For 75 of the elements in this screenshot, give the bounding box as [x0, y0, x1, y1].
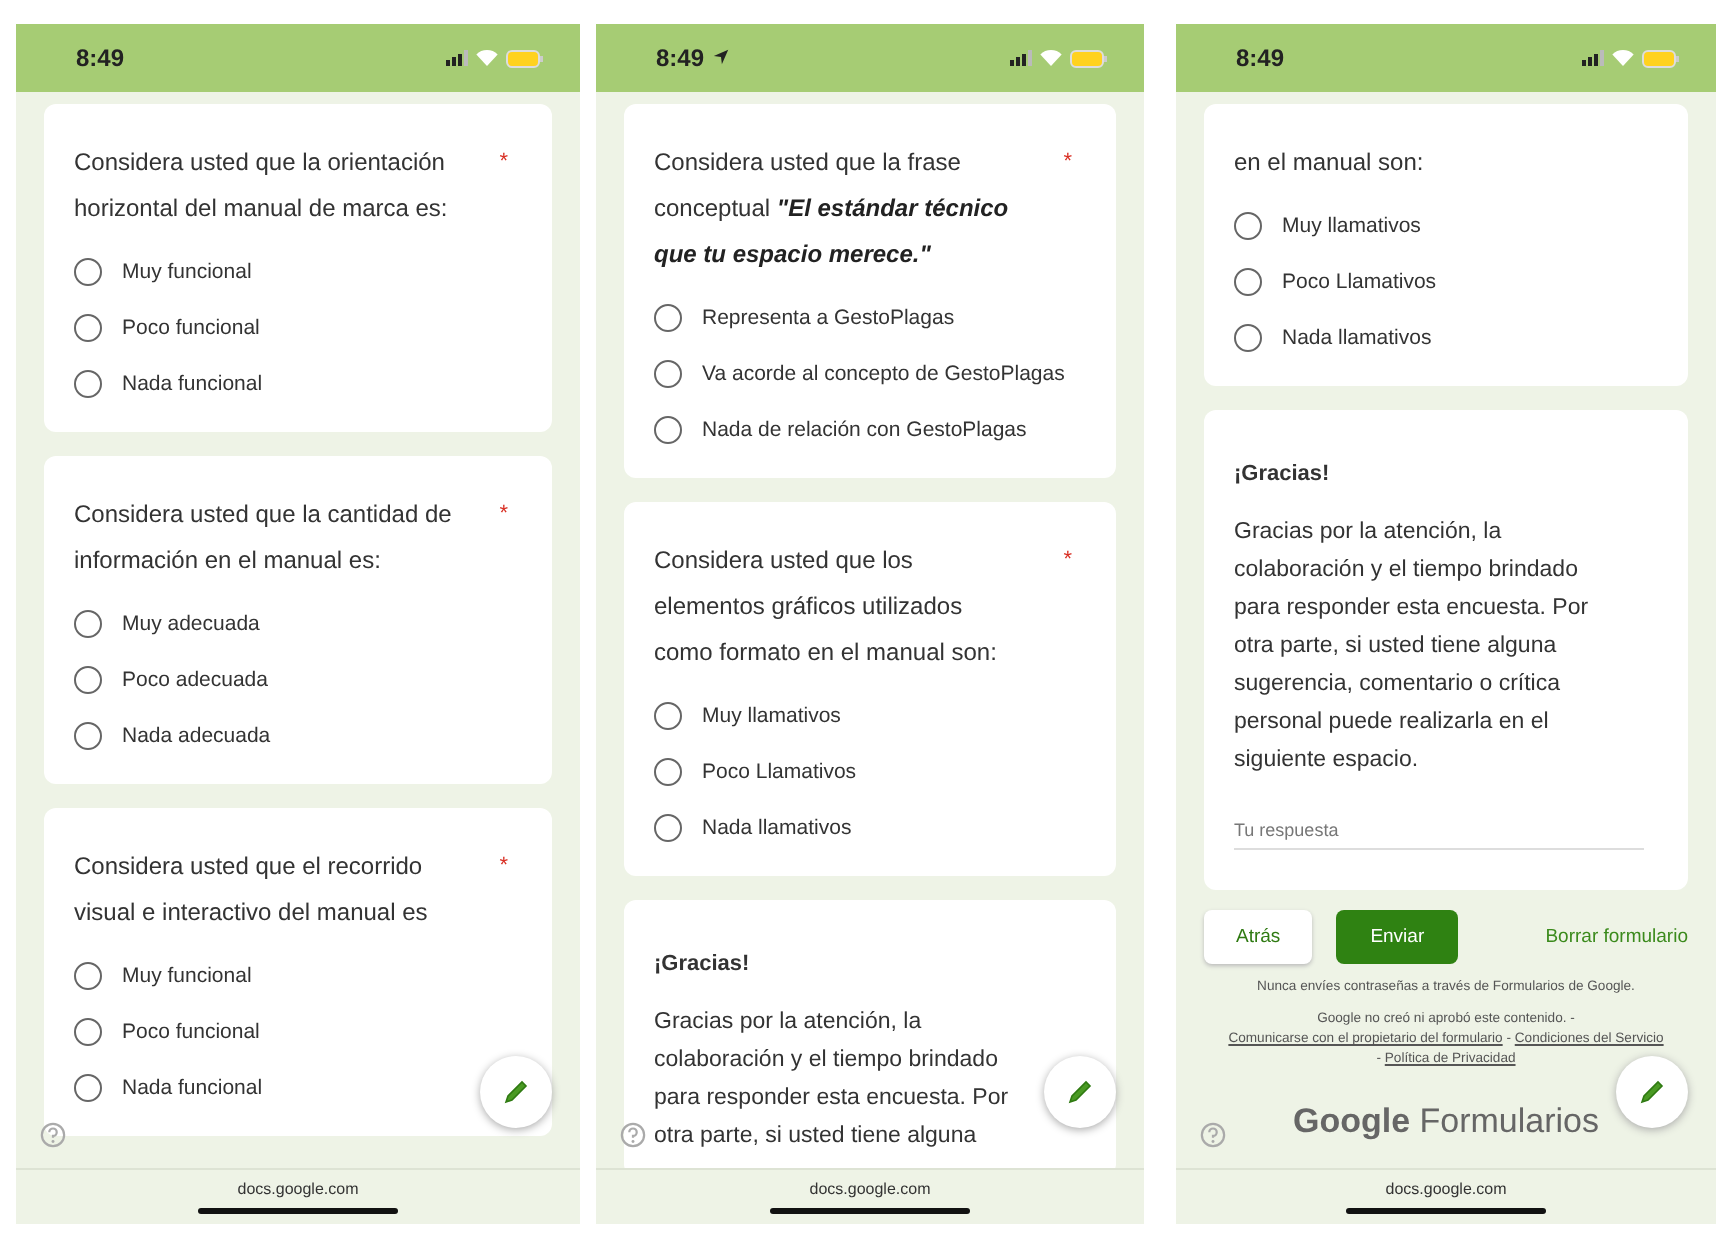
- option-label[interactable]: Nada de relación con GestoPlagas: [702, 417, 1027, 443]
- radio-button[interactable]: [654, 814, 682, 842]
- option-label[interactable]: Nada funcional: [122, 1075, 263, 1101]
- radio-button[interactable]: [74, 610, 102, 638]
- required-mark: *: [497, 500, 508, 530]
- option-label[interactable]: Va acorde al concepto de GestoPlagas: [702, 361, 1065, 387]
- question-text: Considera usted que la frase conceptual "El estándar técnico que tu espacio merece.": [654, 146, 1011, 272]
- question-text: Considera usted que el recorrido visual e interactivo del manual es: [74, 850, 430, 930]
- required-mark: *: [497, 148, 508, 178]
- option-label[interactable]: Representa a GestoPlagas: [702, 305, 955, 331]
- radio-button[interactable]: [654, 360, 682, 388]
- question-text: Considera usted que la orientación horizontal del manual de marca es:: [74, 146, 450, 226]
- option-label[interactable]: Nada llamativos: [702, 815, 852, 841]
- radio-button[interactable]: [1234, 324, 1262, 352]
- option-label[interactable]: Poco Llamativos: [1282, 269, 1437, 295]
- battery-icon: [1070, 49, 1108, 67]
- radio-button[interactable]: [1234, 268, 1262, 296]
- radio-button[interactable]: [654, 758, 682, 786]
- question-text: Considera usted que los elementos gráficos utilizados como formato en el manual son:: [654, 544, 999, 670]
- option-label[interactable]: Poco funcional: [122, 1019, 260, 1045]
- back-button[interactable]: Atrás: [1204, 910, 1313, 964]
- battery-icon: [506, 49, 544, 67]
- option-label[interactable]: Nada adecuada: [122, 723, 271, 749]
- edit-button[interactable]: [1616, 1056, 1688, 1128]
- required-mark: *: [1061, 546, 1072, 576]
- url-text: docs.google.com: [1385, 1180, 1507, 1198]
- submit-button[interactable]: Enviar: [1336, 910, 1459, 964]
- option-label[interactable]: Poco adecuada: [122, 667, 268, 693]
- option-label[interactable]: Poco funcional: [122, 315, 260, 341]
- radio-button[interactable]: [74, 666, 102, 694]
- radio-button[interactable]: [74, 722, 102, 750]
- required-mark: *: [497, 852, 508, 882]
- status-time: 8:49: [76, 44, 125, 72]
- clear-form-button[interactable]: Borrar formulario: [1545, 926, 1688, 948]
- radio-button[interactable]: [74, 258, 102, 286]
- brand-logo: Google Formularios: [1292, 1102, 1600, 1142]
- option-label[interactable]: Muy funcional: [122, 963, 252, 989]
- wifi-icon: [476, 50, 498, 66]
- url-text: docs.google.com: [237, 1180, 359, 1198]
- radio-button[interactable]: [74, 314, 102, 342]
- section-title: ¡Gracias!: [654, 952, 752, 976]
- section-title: ¡Gracias!: [1234, 462, 1332, 486]
- radio-button[interactable]: [654, 304, 682, 332]
- question-text: Considera usted que la cantidad de información en el manual es:: [74, 498, 454, 578]
- status-time: 8:49: [656, 44, 705, 72]
- section-text: Gracias por la atención, la colaboración y el tiempo brindado para responder esta encuesta. Por otra parte, si usted tiene alguna: [654, 1008, 1011, 1152]
- option-label[interactable]: Muy llamativos: [702, 703, 841, 729]
- radio-button[interactable]: [74, 1018, 102, 1046]
- radio-button[interactable]: [74, 1074, 102, 1102]
- pencil-icon: [1066, 1078, 1094, 1106]
- url-text: docs.google.com: [809, 1180, 931, 1198]
- signal-icon: [1582, 50, 1604, 66]
- status-time: 8:49: [1236, 44, 1285, 72]
- radio-button[interactable]: [74, 370, 102, 398]
- wifi-icon: [1612, 50, 1634, 66]
- radio-button[interactable]: [1234, 212, 1262, 240]
- question-text: en el manual son:: [1234, 146, 1426, 180]
- required-mark: *: [1061, 148, 1072, 178]
- option-label[interactable]: Nada funcional: [122, 371, 263, 397]
- radio-button[interactable]: [654, 416, 682, 444]
- wifi-icon: [1040, 50, 1062, 66]
- section-text: Gracias por la atención, la colaboración y el tiempo brindado para responder esta encuesta. Por otra parte, si usted tiene alguna sugerencia, comentario o crítica personal puede realizarla en el siguiente espacio.: [1234, 518, 1591, 776]
- radio-button[interactable]: [74, 962, 102, 990]
- signal-icon: [446, 50, 468, 66]
- option-label[interactable]: Muy funcional: [122, 259, 252, 285]
- pencil-icon: [502, 1078, 530, 1106]
- radio-button[interactable]: [654, 702, 682, 730]
- answer-field[interactable]: Tu respuesta: [1234, 812, 1644, 850]
- option-label[interactable]: Nada llamativos: [1282, 325, 1432, 351]
- battery-icon: [1642, 49, 1680, 67]
- option-label[interactable]: Muy llamativos: [1282, 213, 1421, 239]
- pencil-icon: [1638, 1078, 1666, 1106]
- option-label[interactable]: Muy adecuada: [122, 611, 260, 637]
- option-label[interactable]: Poco Llamativos: [702, 759, 857, 785]
- signal-icon: [1010, 50, 1032, 66]
